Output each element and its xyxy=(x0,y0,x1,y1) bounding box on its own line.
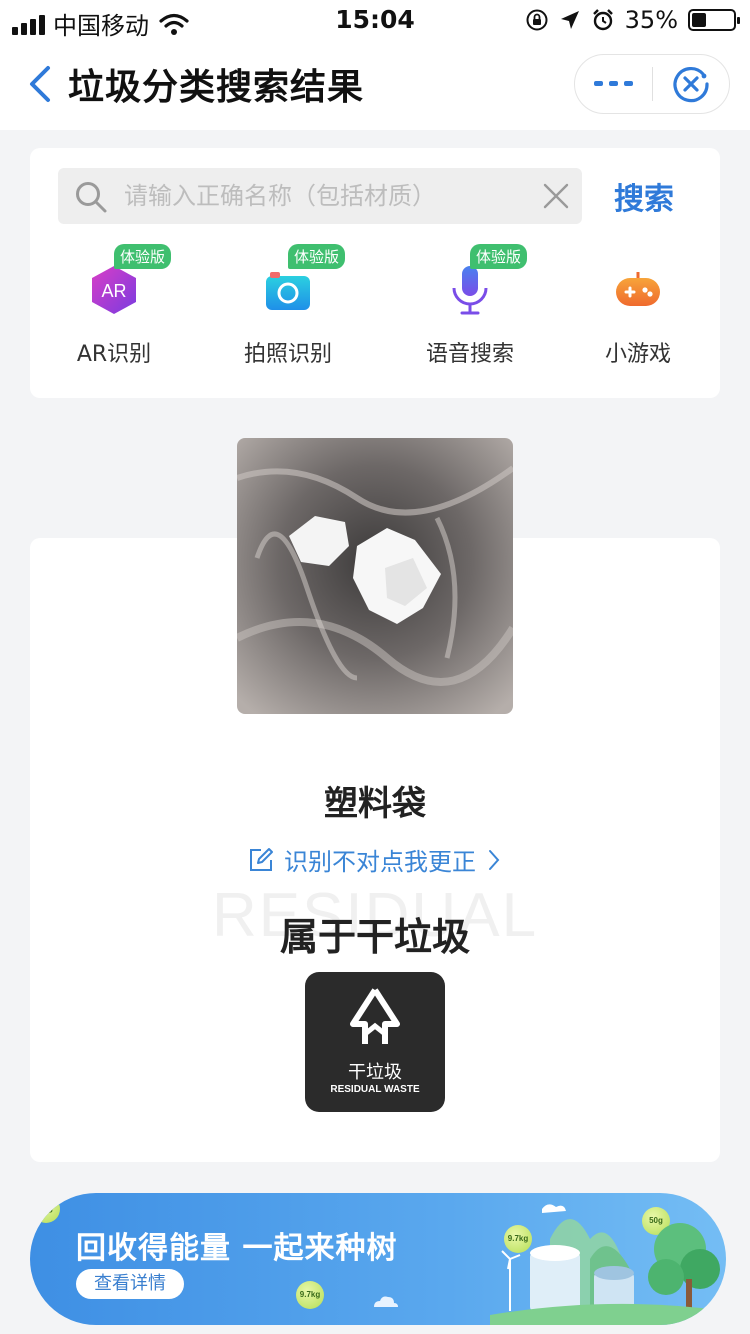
feature-label: 语音搜索 xyxy=(425,342,514,367)
status-right: 35% xyxy=(525,6,740,34)
cloud-icon xyxy=(374,1296,398,1307)
orientation-lock-icon xyxy=(526,9,548,31)
residual-waste-icon: 干垃圾 RESIDUAL WASTE xyxy=(305,972,445,1112)
feature-label: 拍照识别 xyxy=(243,342,332,367)
trash-bag-photo xyxy=(237,438,513,714)
banner-title: 回收得能量 一起来种树 xyxy=(76,1231,398,1266)
battery-percent: 35% xyxy=(624,6,678,34)
recycle-symbol-icon xyxy=(350,988,400,1044)
category-icon-en: RESIDUAL WASTE xyxy=(330,1084,420,1095)
close-circle-icon xyxy=(673,67,709,103)
feature-label: 小游戏 xyxy=(604,342,671,367)
city-trees-illustration xyxy=(490,1204,726,1325)
feature-mini-game[interactable]: 小游戏 xyxy=(568,260,708,368)
category-icon-cn: 干垃圾 xyxy=(348,1062,402,1083)
edit-icon xyxy=(250,847,273,871)
close-miniapp-button[interactable] xyxy=(653,55,729,113)
more-button[interactable] xyxy=(575,55,652,113)
tree-planting-banner[interactable]: 回收得能量 一起来种树 查看详情 50g 9.7kg 50g 9.7kg xyxy=(30,1193,726,1325)
battery-icon xyxy=(688,9,740,31)
gamepad-icon xyxy=(608,260,668,320)
feature-voice-search[interactable]: 体验版 语音搜索 xyxy=(400,244,540,368)
item-photo xyxy=(237,438,513,714)
feature-photo-recognition[interactable]: 体验版 拍照识别 xyxy=(218,244,358,368)
camera-icon: 体验版 xyxy=(258,244,346,320)
search-icon xyxy=(76,182,107,213)
item-name: 塑料袋 xyxy=(324,784,426,824)
battery-level-fill xyxy=(692,13,706,27)
page-title: 垃圾分类搜索结果 xyxy=(68,67,365,108)
correction-link-label: 识别不对点我更正 xyxy=(284,848,476,876)
miniapp-capsule xyxy=(574,54,730,114)
trial-badge: 体验版 xyxy=(114,244,172,269)
feature-label: AR识别 xyxy=(76,342,152,367)
nav-bar: 垃圾分类搜索结果 xyxy=(0,40,750,130)
trial-badge: 体验版 xyxy=(470,244,528,269)
category-label: 属于干垃圾 xyxy=(279,915,470,959)
clear-icon[interactable] xyxy=(542,182,570,210)
back-button[interactable] xyxy=(22,60,62,108)
search-box xyxy=(58,168,582,224)
energy-coin: 9.7kg xyxy=(296,1281,324,1309)
banner-details-button[interactable]: 查看详情 xyxy=(76,1269,184,1299)
more-icon xyxy=(593,81,633,86)
status-bar: 中国移动 15:04 35% xyxy=(0,0,750,40)
search-card: 搜索 AR 体验版 AR识别 体验版 拍照识别 xyxy=(30,148,720,398)
energy-coin: 50g xyxy=(32,1195,60,1223)
feature-ar-recognition[interactable]: AR 体验版 AR识别 xyxy=(44,244,184,368)
microphone-icon: 体验版 xyxy=(440,244,528,320)
chevron-right-icon xyxy=(489,849,500,870)
search-input[interactable] xyxy=(124,168,524,224)
location-arrow-icon xyxy=(560,11,579,29)
correction-link[interactable]: 识别不对点我更正 xyxy=(30,842,720,877)
alarm-icon xyxy=(592,9,613,31)
svg-text:AR: AR xyxy=(101,281,126,301)
ar-icon: AR 体验版 xyxy=(84,244,172,320)
chevron-left-icon xyxy=(30,66,50,102)
trial-badge: 体验版 xyxy=(288,244,346,269)
search-button[interactable]: 搜索 xyxy=(614,174,674,218)
